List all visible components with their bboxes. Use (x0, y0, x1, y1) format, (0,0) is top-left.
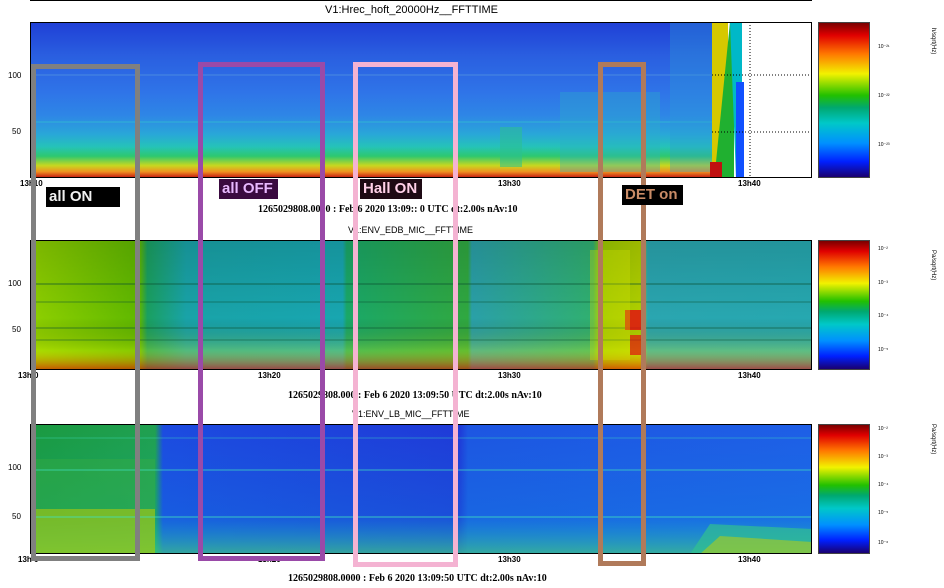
annotation-label-det-on: DET on (622, 185, 683, 205)
panel2-xtick-2: 13h30 (498, 371, 521, 380)
panel2-cbtick-2: 10⁻⁴ (878, 313, 889, 319)
panel3-footer: 1265029808.0000 : Feb 6 2020 13:09:50 UT… (288, 573, 547, 584)
panel3-cbtick-0: 10⁻² (878, 426, 888, 432)
panel2-ytick-100: 100 (8, 279, 22, 288)
panel1-xtick-2: 13h40 (738, 179, 761, 188)
panel3-colorbar-label: Pa/sqrt(Hz) (930, 424, 936, 455)
annotation-box-det-on (598, 62, 646, 566)
panel2-cbtick-3: 10⁻⁵ (878, 347, 889, 353)
annotation-box-all-on (31, 64, 140, 561)
panel2-colorbar-label: Pa/sqrt(Hz) (930, 250, 936, 281)
annotation-label-hall-on: Hall ON (360, 179, 423, 199)
panel1-ytick-50: 50 (12, 127, 21, 136)
panel1-colorbar-label: h/sqrt(Hz) (930, 28, 936, 55)
annotation-box-hall-on (353, 62, 458, 567)
panel1-title: V1:Hrec_hoft_20000Hz__FFTTIME (325, 4, 499, 16)
panel1-colorbar (818, 22, 870, 178)
panel2-xtick-3: 13h40 (738, 371, 761, 380)
panel3-cbtick-1: 10⁻³ (878, 454, 888, 460)
annotation-label-all-off: all OFF (219, 179, 278, 199)
annotation-box-all-off (198, 62, 325, 561)
panel3-ytick-100: 100 (8, 463, 22, 472)
panel3-cbtick-3: 10⁻⁵ (878, 510, 889, 516)
panel2-cbtick-0: 10⁻² (878, 246, 888, 252)
panel3-cbtick-4: 10⁻⁶ (878, 540, 889, 546)
panel2-colorbar (818, 240, 870, 370)
panel1-cbtick-0: 10⁻²¹ (878, 44, 890, 50)
panel1-ytick-100: 100 (8, 71, 22, 80)
panel1-cbtick-1: 10⁻²² (878, 93, 890, 99)
top-border-line (30, 0, 812, 1)
panel2-ytick-50: 50 (12, 325, 21, 334)
panel1-xtick-1: 13h30 (498, 179, 521, 188)
panel3-colorbar (818, 424, 870, 554)
panel3-xtick-3: 13h40 (738, 555, 761, 564)
panel1-cbtick-2: 10⁻²³ (878, 142, 890, 148)
panel3-ytick-50: 50 (12, 512, 21, 521)
panel2-cbtick-1: 10⁻³ (878, 280, 888, 286)
panel3-xtick-2: 13h30 (498, 555, 521, 564)
panel3-cbtick-2: 10⁻⁴ (878, 482, 889, 488)
annotation-label-all-on: all ON (46, 187, 120, 207)
